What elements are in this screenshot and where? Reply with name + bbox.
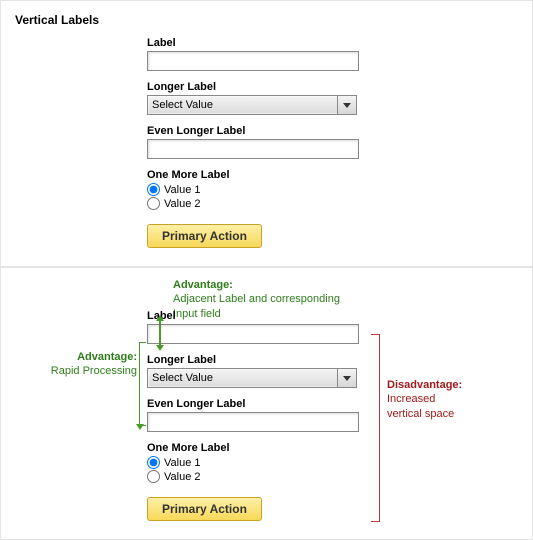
text-input[interactable] <box>147 324 359 344</box>
select-dropdown[interactable]: Select Value <box>147 368 357 388</box>
bracket-icon <box>371 334 380 522</box>
radio-input[interactable] <box>147 183 160 196</box>
radio-input[interactable] <box>147 470 160 483</box>
annotation-advantage-rapid: Advantage: Rapid Processing <box>27 350 137 379</box>
field-text2: Even Longer Label <box>147 398 357 432</box>
field-select: Longer Label Select Value <box>147 81 357 115</box>
panel-annotated: Advantage: Adjacent Label and correspond… <box>0 267 533 540</box>
annotation-text: Increased vertical space <box>387 393 454 419</box>
annotation-title: Advantage: <box>173 279 233 291</box>
field-label: Label <box>147 37 357 49</box>
radio-option-1[interactable]: Value 1 <box>147 183 357 196</box>
radio-label: Value 1 <box>164 184 201 196</box>
primary-action-button[interactable]: Primary Action <box>147 497 262 521</box>
field-radio: One More Label Value 1 Value 2 <box>147 442 357 483</box>
text-input[interactable] <box>147 51 359 71</box>
chevron-down-icon <box>337 96 356 114</box>
primary-action-button[interactable]: Primary Action <box>147 224 262 248</box>
radio-option-2[interactable]: Value 2 <box>147 197 357 210</box>
radio-input[interactable] <box>147 197 160 210</box>
field-label: Even Longer Label <box>147 398 357 410</box>
annotation-text: Rapid Processing <box>51 365 137 377</box>
chevron-down-icon <box>337 369 356 387</box>
form-block: Label Longer Label Select Value Even Lon… <box>147 37 357 248</box>
field-label: Even Longer Label <box>147 125 357 137</box>
field-select: Longer Label Select Value <box>147 354 357 388</box>
annotation-title: Disadvantage: <box>387 379 462 391</box>
field-text: Label <box>147 37 357 71</box>
field-label: Longer Label <box>147 81 357 93</box>
select-value: Select Value <box>152 372 213 384</box>
field-label: Longer Label <box>147 354 357 366</box>
panel-vertical-labels: Vertical Labels Label Longer Label Selec… <box>0 0 533 267</box>
field-label: One More Label <box>147 169 357 181</box>
radio-input[interactable] <box>147 456 160 469</box>
field-text2: Even Longer Label <box>147 125 357 159</box>
radio-label: Value 2 <box>164 471 201 483</box>
radio-option-2[interactable]: Value 2 <box>147 470 357 483</box>
text-input[interactable] <box>147 139 359 159</box>
double-arrow-icon <box>159 320 161 346</box>
field-text: Label <box>147 310 357 344</box>
field-label: Label <box>147 310 357 322</box>
form-block: Advantage: Adjacent Label and correspond… <box>147 310 357 521</box>
annotation-disadvantage: Disadvantage: Increased vertical space <box>387 378 462 421</box>
select-dropdown[interactable]: Select Value <box>147 95 357 115</box>
annotation-title: Advantage: <box>77 351 137 363</box>
radio-option-1[interactable]: Value 1 <box>147 456 357 469</box>
field-label: One More Label <box>147 442 357 454</box>
field-radio: One More Label Value 1 Value 2 <box>147 169 357 210</box>
arrow-down-icon <box>139 342 146 426</box>
select-value: Select Value <box>152 99 213 111</box>
radio-label: Value 2 <box>164 198 201 210</box>
panel-title: Vertical Labels <box>15 13 518 27</box>
radio-label: Value 1 <box>164 457 201 469</box>
text-input[interactable] <box>147 412 359 432</box>
